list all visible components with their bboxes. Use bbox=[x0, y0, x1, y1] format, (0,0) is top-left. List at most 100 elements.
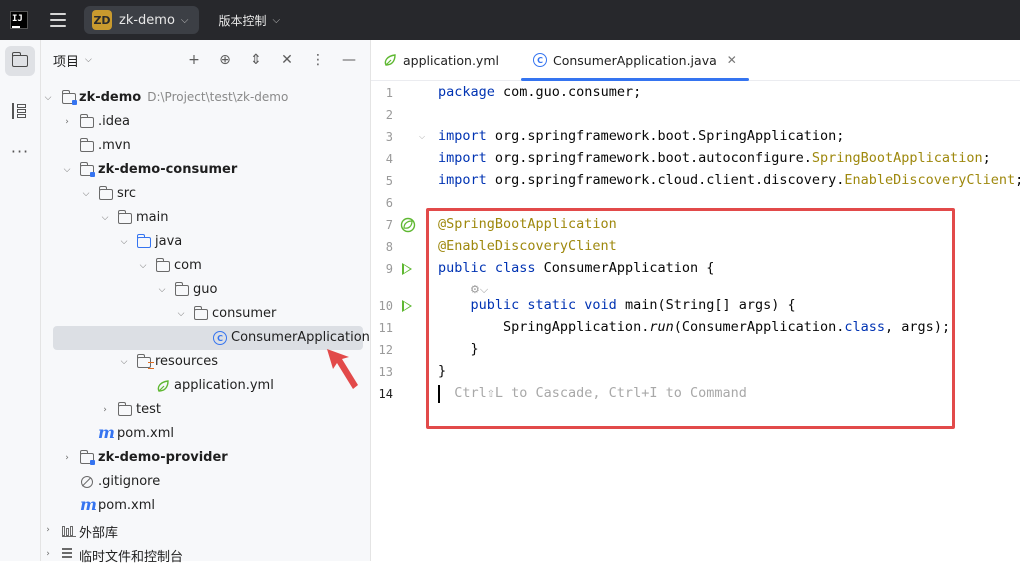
tree-item-pom-xml[interactable]: m pom.xml bbox=[41, 422, 370, 446]
tree-item-main[interactable]: ⌵ main bbox=[41, 206, 370, 230]
line-number: 11 bbox=[378, 321, 393, 335]
chevron-down-icon[interactable]: ⌵ bbox=[119, 357, 129, 367]
structure-tool-button[interactable] bbox=[5, 96, 35, 126]
add-icon[interactable]: + bbox=[187, 52, 201, 68]
code-text: } bbox=[438, 363, 446, 379]
chevron-down-icon[interactable]: ⌵ bbox=[100, 213, 110, 223]
code-line[interactable]: 14 Ctrl⇧L to Cascade, Ctrl+I to Command bbox=[371, 383, 1020, 405]
tree-item-label: zk-demo-provider bbox=[98, 450, 228, 465]
tab-application-yml[interactable]: application.yml bbox=[383, 40, 499, 80]
code-text: Ctrl⇧L to Cascade, Ctrl+I to Command bbox=[438, 385, 747, 401]
library-icon bbox=[62, 524, 76, 537]
code-token: ; bbox=[1015, 172, 1020, 188]
tree-item-consumer[interactable]: ⌵ consumer bbox=[41, 302, 370, 326]
code-line[interactable]: 10 public static void main(String[] args… bbox=[371, 295, 1020, 317]
chevron-down-icon[interactable]: ⌵ bbox=[157, 285, 167, 295]
code-line[interactable]: 2 bbox=[371, 104, 1020, 126]
tree-item-src[interactable]: ⌵ src bbox=[41, 182, 370, 206]
code-text: } bbox=[438, 341, 479, 357]
code-line[interactable]: 7 @SpringBootApplication bbox=[371, 214, 1020, 236]
chevron-right-icon[interactable]: › bbox=[100, 405, 110, 415]
tree-item-application-yml[interactable]: application.yml bbox=[41, 374, 370, 398]
package-icon bbox=[174, 282, 189, 296]
folder-icon bbox=[117, 402, 132, 416]
expand-all-icon[interactable]: ⇕ bbox=[249, 52, 263, 68]
chevron-right-icon[interactable]: › bbox=[43, 525, 53, 535]
run-icon[interactable] bbox=[402, 300, 412, 312]
spring-config-icon bbox=[157, 380, 169, 392]
tree-item-idea[interactable]: › .idea bbox=[41, 110, 370, 134]
code-token: @EnableDiscoveryClient bbox=[438, 238, 617, 254]
code-line[interactable]: 4 import org.springframework.boot.autocon… bbox=[371, 148, 1020, 170]
panel-title[interactable]: 项目 bbox=[53, 51, 79, 70]
resources-folder-icon bbox=[136, 354, 154, 369]
code-line[interactable]: ⚙⌵ bbox=[371, 280, 1020, 296]
close-icon[interactable]: ✕ bbox=[727, 53, 737, 67]
chevron-down-icon[interactable]: ⌵ bbox=[138, 261, 148, 271]
chevron-right-icon[interactable]: › bbox=[62, 453, 72, 463]
title-bar: IJ ZD zk-demo ⌵ 版本控制 ⌵ bbox=[0, 0, 1020, 40]
tree-item-label: 临时文件和控制台 bbox=[79, 550, 184, 565]
code-token: org.springframework.boot.SpringApplicati… bbox=[486, 128, 845, 144]
line-number: 7 bbox=[385, 218, 393, 232]
tree-item-java[interactable]: ⌵ java bbox=[41, 230, 370, 254]
tree-item-gitignore[interactable]: .gitignore bbox=[41, 470, 370, 494]
package-icon bbox=[155, 258, 170, 272]
tree-item-zk-demo[interactable]: ⌵ zk-demo D:\Project\test\zk-demo bbox=[41, 86, 370, 110]
code-line[interactable]: 3 ⌵ import org.springframework.boot.Spring… bbox=[371, 126, 1020, 148]
code-token: org.springframework.boot.autoconfigure. bbox=[486, 150, 812, 166]
more-tools-button[interactable]: ··· bbox=[5, 136, 35, 166]
tab-consumer-application-java[interactable]: C ConsumerApplication.java ✕ bbox=[521, 40, 749, 81]
tree-item-zk-demo-consumer[interactable]: ⌵ zk-demo-consumer bbox=[41, 158, 370, 182]
tree-item-root-pom-xml[interactable]: m pom.xml bbox=[41, 494, 370, 518]
code-token: class bbox=[844, 319, 886, 335]
tab-label: application.yml bbox=[403, 52, 499, 68]
chevron-right-icon[interactable]: › bbox=[62, 117, 72, 127]
tree-item-scratches[interactable]: › 临时文件和控制台 bbox=[41, 542, 370, 566]
tree-item-guo[interactable]: ⌵ guo bbox=[41, 278, 370, 302]
locate-icon[interactable]: ⊕ bbox=[218, 52, 232, 68]
project-switcher-button[interactable]: ZD zk-demo ⌵ bbox=[84, 6, 199, 34]
options-icon[interactable]: ⋮ bbox=[311, 52, 325, 68]
fold-icon[interactable]: ⌵ bbox=[419, 132, 425, 142]
tree-item-label: zk-demo-consumer bbox=[98, 162, 238, 177]
tree-item-zk-demo-provider[interactable]: › zk-demo-provider bbox=[41, 446, 370, 470]
tree-item-label: com bbox=[174, 258, 202, 273]
tree-item-mvn[interactable]: .mvn bbox=[41, 134, 370, 158]
code-token: com.guo.consumer; bbox=[494, 84, 642, 100]
code-line[interactable]: 6 bbox=[371, 192, 1020, 214]
chevron-down-icon[interactable]: ⌵ bbox=[43, 93, 53, 103]
code-line[interactable]: 11 SpringApplication.run(ConsumerApplica… bbox=[371, 317, 1020, 339]
chevron-down-icon[interactable]: ⌵ bbox=[119, 237, 129, 247]
tree-item-external-libraries[interactable]: › 外部库 bbox=[41, 518, 370, 542]
spring-class-icon: C bbox=[213, 331, 227, 345]
tree-item-com[interactable]: ⌵ com bbox=[41, 254, 370, 278]
intellij-logo-icon[interactable]: IJ bbox=[10, 11, 28, 29]
code-line[interactable]: 8 @EnableDiscoveryClient bbox=[371, 236, 1020, 258]
code-line[interactable]: 13} bbox=[371, 361, 1020, 383]
spring-bean-icon[interactable] bbox=[400, 217, 416, 233]
code-line[interactable]: 5 import org.springframework.cloud.client… bbox=[371, 170, 1020, 192]
line-number: 6 bbox=[385, 196, 393, 210]
tree-item-test[interactable]: › test bbox=[41, 398, 370, 422]
chevron-down-icon[interactable]: ⌵ bbox=[176, 309, 186, 319]
chevron-down-icon[interactable]: ⌵ bbox=[85, 55, 92, 65]
code-token: ; bbox=[982, 150, 991, 166]
project-tool-button[interactable] bbox=[5, 46, 35, 76]
chevron-down-icon[interactable]: ⌵ bbox=[81, 189, 91, 199]
line-number: 2 bbox=[385, 108, 393, 122]
chevron-down-icon[interactable]: ⌵ bbox=[62, 165, 72, 175]
main-menu-icon[interactable] bbox=[50, 13, 66, 27]
collapse-all-icon[interactable]: ✕ bbox=[280, 52, 294, 68]
code-line[interactable]: 9 public class ConsumerApplication { bbox=[371, 258, 1020, 280]
run-icon[interactable] bbox=[402, 263, 412, 275]
code-token: (ConsumerApplication. bbox=[673, 319, 845, 335]
hide-icon[interactable]: — bbox=[342, 52, 356, 68]
code-line[interactable]: 1 package com.guo.consumer; bbox=[371, 82, 1020, 104]
tree-item-resources[interactable]: ⌵ resources bbox=[41, 350, 370, 374]
vcs-menu-button[interactable]: 版本控制 ⌵ bbox=[219, 12, 281, 29]
tree-item-label: guo bbox=[193, 282, 218, 297]
chevron-right-icon[interactable]: › bbox=[43, 549, 53, 559]
tree-item-consumer-application[interactable]: C ConsumerApplication bbox=[41, 326, 370, 350]
code-line[interactable]: 12 } bbox=[371, 339, 1020, 361]
